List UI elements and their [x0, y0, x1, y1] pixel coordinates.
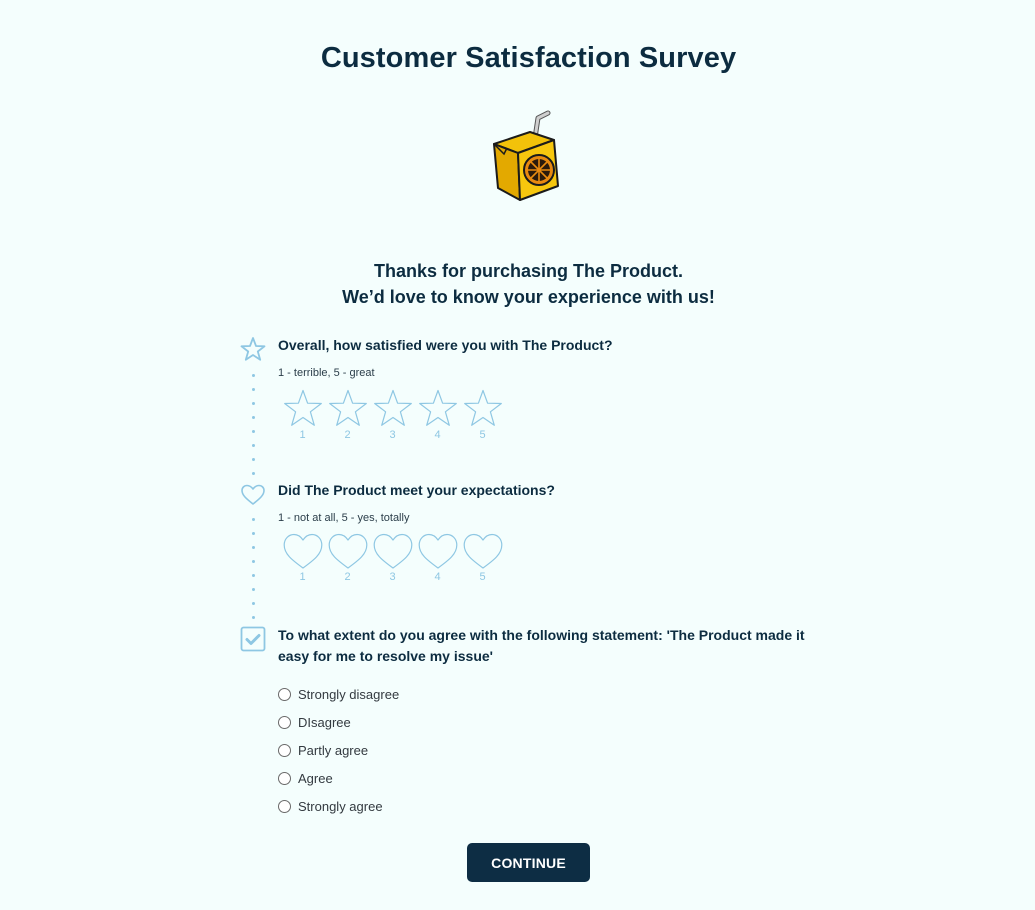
star-outline-icon — [418, 389, 457, 426]
rating-label: 3 — [389, 571, 396, 583]
star-rating-option-5[interactable]: 5 — [460, 389, 505, 441]
question-2-hint: 1 - not at all, 5 - yes, totally — [278, 512, 410, 524]
continue-button[interactable]: CONTINUE — [467, 843, 590, 882]
star-outline-icon — [373, 389, 412, 426]
heart-outline-icon — [328, 533, 367, 569]
option-strongly-agree[interactable]: Strongly agree — [278, 792, 399, 820]
heart-rating-option-3[interactable]: 3 — [370, 533, 415, 583]
rating-label: 5 — [479, 429, 486, 441]
rating-label: 4 — [434, 429, 441, 441]
heart-outline-icon — [283, 533, 322, 569]
juice-box-icon — [493, 110, 559, 201]
heart-rating-option-5[interactable]: 5 — [460, 533, 505, 583]
question-1-title: Overall, how satisfied were you with The… — [278, 337, 613, 353]
intro-line-2: We’d love to know your experience with u… — [342, 287, 715, 307]
connector-dots-1 — [252, 374, 255, 486]
radio-button[interactable] — [278, 687, 291, 701]
connector-dots-2 — [252, 518, 255, 630]
star-rating-option-2[interactable]: 2 — [325, 389, 370, 441]
radio-button[interactable] — [278, 799, 291, 813]
star-rating: 1 2 3 4 5 — [280, 389, 505, 441]
option-strongly-disagree[interactable]: Strongly disagree — [278, 680, 399, 708]
question-2-title: Did The Product meet your expectations? — [278, 482, 555, 498]
checkbox-icon — [240, 626, 266, 652]
option-disagree[interactable]: DIsagree — [278, 708, 399, 736]
intro-line-1: Thanks for purchasing The Product. — [373, 261, 684, 281]
option-partly-agree[interactable]: Partly agree — [278, 736, 399, 764]
rating-label: 1 — [299, 429, 306, 441]
heart-rating-option-4[interactable]: 4 — [415, 533, 460, 583]
agreement-options: Strongly disagree DIsagree Partly agree … — [278, 680, 399, 820]
survey-page: Customer Satisfaction Survey Thanks for … — [0, 0, 1035, 910]
star-icon — [240, 337, 266, 361]
radio-button[interactable] — [278, 743, 291, 757]
heart-outline-icon — [463, 533, 502, 569]
heart-rating: 1 2 3 4 5 — [280, 533, 505, 583]
heart-icon — [241, 484, 265, 505]
option-label: Agree — [298, 770, 333, 786]
star-outline-icon — [283, 389, 322, 426]
heart-outline-icon — [373, 533, 412, 569]
page-title: Customer Satisfaction Survey — [320, 42, 737, 74]
star-outline-icon — [463, 389, 502, 426]
rating-label: 5 — [479, 571, 486, 583]
option-label: Partly agree — [298, 742, 369, 758]
question-1-hint: 1 - terrible, 5 - great — [278, 367, 375, 379]
question-3-title-line-1: To what extent do you agree with the fol… — [278, 627, 805, 643]
radio-button[interactable] — [278, 715, 291, 729]
option-label: Strongly disagree — [298, 686, 400, 702]
question-3-title: To what extent do you agree with the fol… — [278, 625, 805, 667]
rating-label: 2 — [344, 571, 351, 583]
star-rating-option-3[interactable]: 3 — [370, 389, 415, 441]
radio-button[interactable] — [278, 771, 291, 785]
star-rating-option-4[interactable]: 4 — [415, 389, 460, 441]
heart-outline-icon — [418, 533, 457, 569]
question-3-title-line-2: easy for me to resolve my issue' — [278, 648, 493, 664]
star-rating-option-1[interactable]: 1 — [280, 389, 325, 441]
option-agree[interactable]: Agree — [278, 764, 399, 792]
heart-rating-option-1[interactable]: 1 — [280, 533, 325, 583]
rating-label: 4 — [434, 571, 441, 583]
rating-label: 1 — [299, 571, 306, 583]
rating-label: 3 — [389, 429, 396, 441]
option-label: DIsagree — [298, 714, 351, 730]
heart-rating-option-2[interactable]: 2 — [325, 533, 370, 583]
intro-text: Thanks for purchasing The Product. We’d … — [0, 258, 1035, 310]
star-outline-icon — [328, 389, 367, 426]
option-label: Strongly agree — [298, 798, 383, 814]
rating-label: 2 — [344, 429, 351, 441]
